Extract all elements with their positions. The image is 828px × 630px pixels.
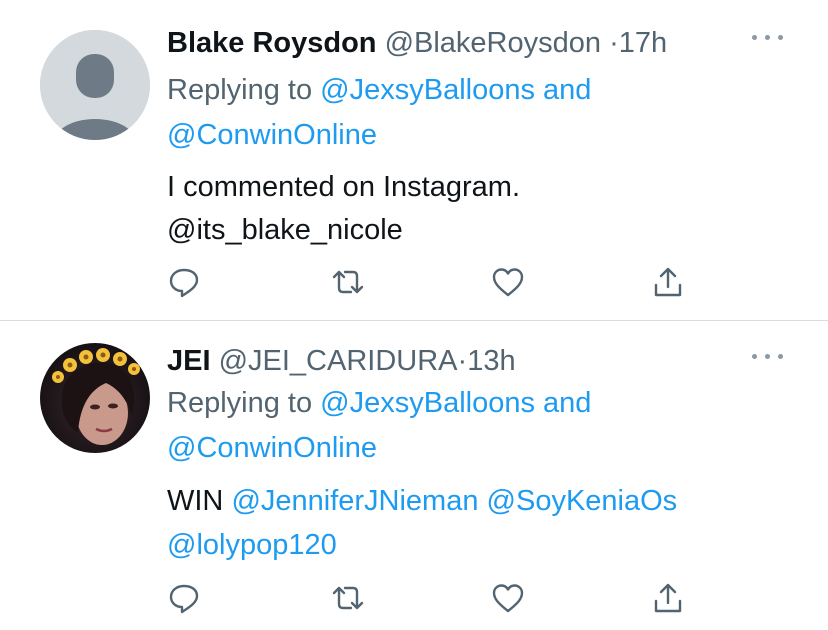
meta-separator: · bbox=[609, 27, 619, 59]
tweet-text-handle: @its_blake_nicole bbox=[167, 214, 403, 246]
heart-icon bbox=[492, 268, 524, 297]
reply-mention-2[interactable]: @ConwinOnline bbox=[167, 119, 377, 151]
share-icon bbox=[654, 583, 682, 613]
meta-separator: · bbox=[457, 345, 468, 377]
more-options-button[interactable] bbox=[752, 30, 784, 44]
tweet-time[interactable]: 13h bbox=[467, 345, 515, 377]
like-button[interactable] bbox=[490, 580, 526, 616]
tweet-mention-1[interactable]: @JenniferJNieman bbox=[231, 485, 478, 517]
reply-mention-1[interactable]: @JexsyBalloons bbox=[320, 74, 535, 106]
user-handle[interactable]: @BlakeRoysdon bbox=[385, 27, 601, 59]
replying-prefix: Replying to bbox=[167, 74, 313, 106]
replying-to-line-2: @ConwinOnline bbox=[167, 430, 377, 466]
reply-and: and bbox=[543, 74, 592, 106]
user-handle[interactable]: @JEI_CARIDURA bbox=[219, 345, 458, 377]
tweet-text-line-1: I commented on Instagram. bbox=[167, 169, 520, 205]
display-name[interactable]: Blake Roysdon bbox=[167, 27, 377, 59]
tweet-text: I commented on Instagram. bbox=[167, 171, 520, 203]
reply-button[interactable] bbox=[166, 264, 202, 300]
retweet-icon bbox=[332, 586, 364, 610]
tweet-mention-2[interactable]: @SoyKeniaOs bbox=[487, 485, 678, 517]
heart-icon bbox=[492, 584, 524, 613]
reply-and: and bbox=[543, 387, 592, 419]
replying-to: Replying to @JexsyBalloons and bbox=[167, 72, 591, 108]
avatar-jei[interactable] bbox=[40, 343, 150, 453]
more-options-button[interactable] bbox=[752, 349, 784, 363]
tweet-text-line-2: @its_blake_nicole bbox=[167, 212, 403, 248]
replying-to-line-2: @ConwinOnline bbox=[167, 117, 377, 153]
reply-mention-2[interactable]: @ConwinOnline bbox=[167, 432, 377, 464]
tweet-actions bbox=[0, 580, 828, 620]
share-button[interactable] bbox=[650, 264, 686, 300]
tweet-2[interactable]: JEI @JEI_CARIDURA·13h Replying to @Jexsy… bbox=[0, 321, 828, 630]
tweet-mention-3[interactable]: @lolypop120 bbox=[167, 529, 337, 561]
tweet-actions bbox=[0, 264, 828, 304]
tweet-time[interactable]: 17h bbox=[619, 27, 667, 59]
tweet-1[interactable]: Blake Roysdon @BlakeRoysdon ·17h Replyin… bbox=[0, 0, 828, 321]
replying-to: Replying to @JexsyBalloons and bbox=[167, 385, 591, 421]
retweet-button[interactable] bbox=[330, 580, 366, 616]
tweet-header: JEI @JEI_CARIDURA·13h bbox=[167, 343, 516, 379]
profile-photo bbox=[40, 343, 150, 453]
reply-icon bbox=[169, 584, 199, 614]
avatar-default[interactable] bbox=[40, 30, 150, 140]
reply-button[interactable] bbox=[166, 580, 202, 616]
tweet-text-line-2: @lolypop120 bbox=[167, 527, 337, 563]
share-button[interactable] bbox=[650, 580, 686, 616]
display-name[interactable]: JEI bbox=[167, 345, 211, 377]
tweet-text-line-1: WIN @JenniferJNieman @SoyKeniaOs bbox=[167, 483, 677, 519]
reply-icon bbox=[169, 268, 199, 298]
like-button[interactable] bbox=[490, 264, 526, 300]
tweet-text-prefix: WIN bbox=[167, 485, 224, 517]
retweet-icon bbox=[332, 270, 364, 294]
reply-mention-1[interactable]: @JexsyBalloons bbox=[320, 387, 535, 419]
retweet-button[interactable] bbox=[330, 264, 366, 300]
share-icon bbox=[654, 267, 682, 297]
default-avatar-icon bbox=[40, 30, 150, 140]
tweet-header: Blake Roysdon @BlakeRoysdon ·17h bbox=[167, 25, 667, 61]
replying-prefix: Replying to bbox=[167, 387, 313, 419]
